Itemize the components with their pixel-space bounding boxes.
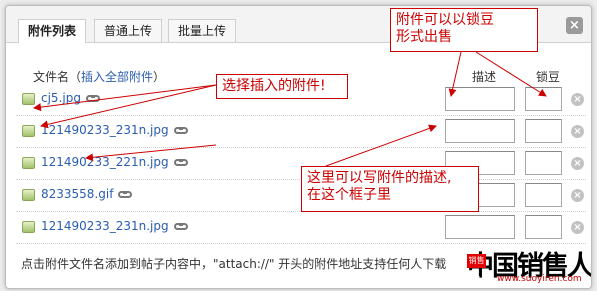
description-input[interactable] — [445, 119, 515, 143]
delete-icon[interactable]: × — [571, 189, 584, 202]
file-name[interactable]: 121490233_231n.jpg — [41, 123, 169, 137]
image-file-icon — [22, 157, 35, 169]
lock-price-input[interactable] — [525, 87, 562, 111]
watermark-logo: 中国销售人 销售人 www.suoyiren.com — [467, 244, 591, 284]
tab-normal-upload[interactable]: 普通上传 — [94, 19, 163, 42]
link-icon — [85, 95, 100, 102]
filename-header-prefix: 文件名（ — [33, 70, 82, 84]
file-name-link[interactable]: 121490233_231n.jpg — [41, 123, 188, 137]
link-icon — [118, 191, 133, 198]
description-input[interactable] — [445, 87, 515, 111]
file-name[interactable]: 8233558.gif — [41, 187, 113, 201]
watermark-url: www.suoyiren.com — [497, 274, 582, 284]
file-name-link[interactable]: 121490233_231n.jpg — [41, 219, 188, 233]
file-name-link[interactable]: 8233558.gif — [41, 187, 133, 201]
attachment-dialog: 附件列表 普通上传 批量上传 × 文件名（插入全部附件） 描述 锁豆 cj5.j… — [5, 5, 592, 289]
delete-icon[interactable]: × — [571, 125, 584, 138]
filename-header-suffix: ） — [153, 70, 166, 84]
insert-all-link[interactable]: 插入全部附件 — [81, 70, 153, 84]
watermark-seal: 销售人 — [467, 254, 486, 279]
annotation-insert: 选择插入的附件! — [216, 74, 348, 99]
file-name[interactable]: 121490233_231n.jpg — [41, 219, 169, 233]
file-name-link[interactable]: cj5.jpg — [41, 91, 100, 105]
image-file-icon — [22, 189, 35, 201]
lock-price-input[interactable] — [525, 119, 562, 143]
delete-icon[interactable]: × — [571, 157, 584, 170]
table-row: 121490233_231n.jpg × — [16, 115, 586, 148]
delete-icon[interactable]: × — [571, 93, 584, 106]
lock-price-input[interactable] — [525, 215, 562, 239]
file-name-link[interactable]: 121490233_221n.jpg — [41, 155, 188, 169]
file-name[interactable]: cj5.jpg — [41, 91, 81, 105]
description-input[interactable] — [445, 215, 515, 239]
link-icon — [173, 159, 188, 166]
lock-price-input[interactable] — [525, 151, 562, 175]
annotation-lock: 附件可以以锁豆 形式出售 — [390, 8, 538, 52]
link-icon — [173, 127, 188, 134]
link-icon — [173, 223, 188, 230]
image-file-icon — [22, 221, 35, 233]
tab-batch-upload[interactable]: 批量上传 — [168, 19, 237, 42]
image-file-icon — [22, 125, 35, 137]
table-row: 121490233_231n.jpg × — [16, 211, 586, 244]
tab-attachment-list[interactable]: 附件列表 — [18, 19, 87, 43]
lock-price-input[interactable] — [525, 183, 562, 207]
file-name[interactable]: 121490233_221n.jpg — [41, 155, 169, 169]
image-file-icon — [22, 93, 35, 105]
close-icon[interactable]: × — [566, 17, 583, 34]
delete-icon[interactable]: × — [571, 221, 584, 234]
footer-hint: 点击附件文件名添加到帖子内容中，"attach://" 开头的附件地址支持任何人… — [21, 257, 447, 271]
annotation-desc: 这里可以写附件的描述, 在这个框子里 — [301, 166, 479, 212]
